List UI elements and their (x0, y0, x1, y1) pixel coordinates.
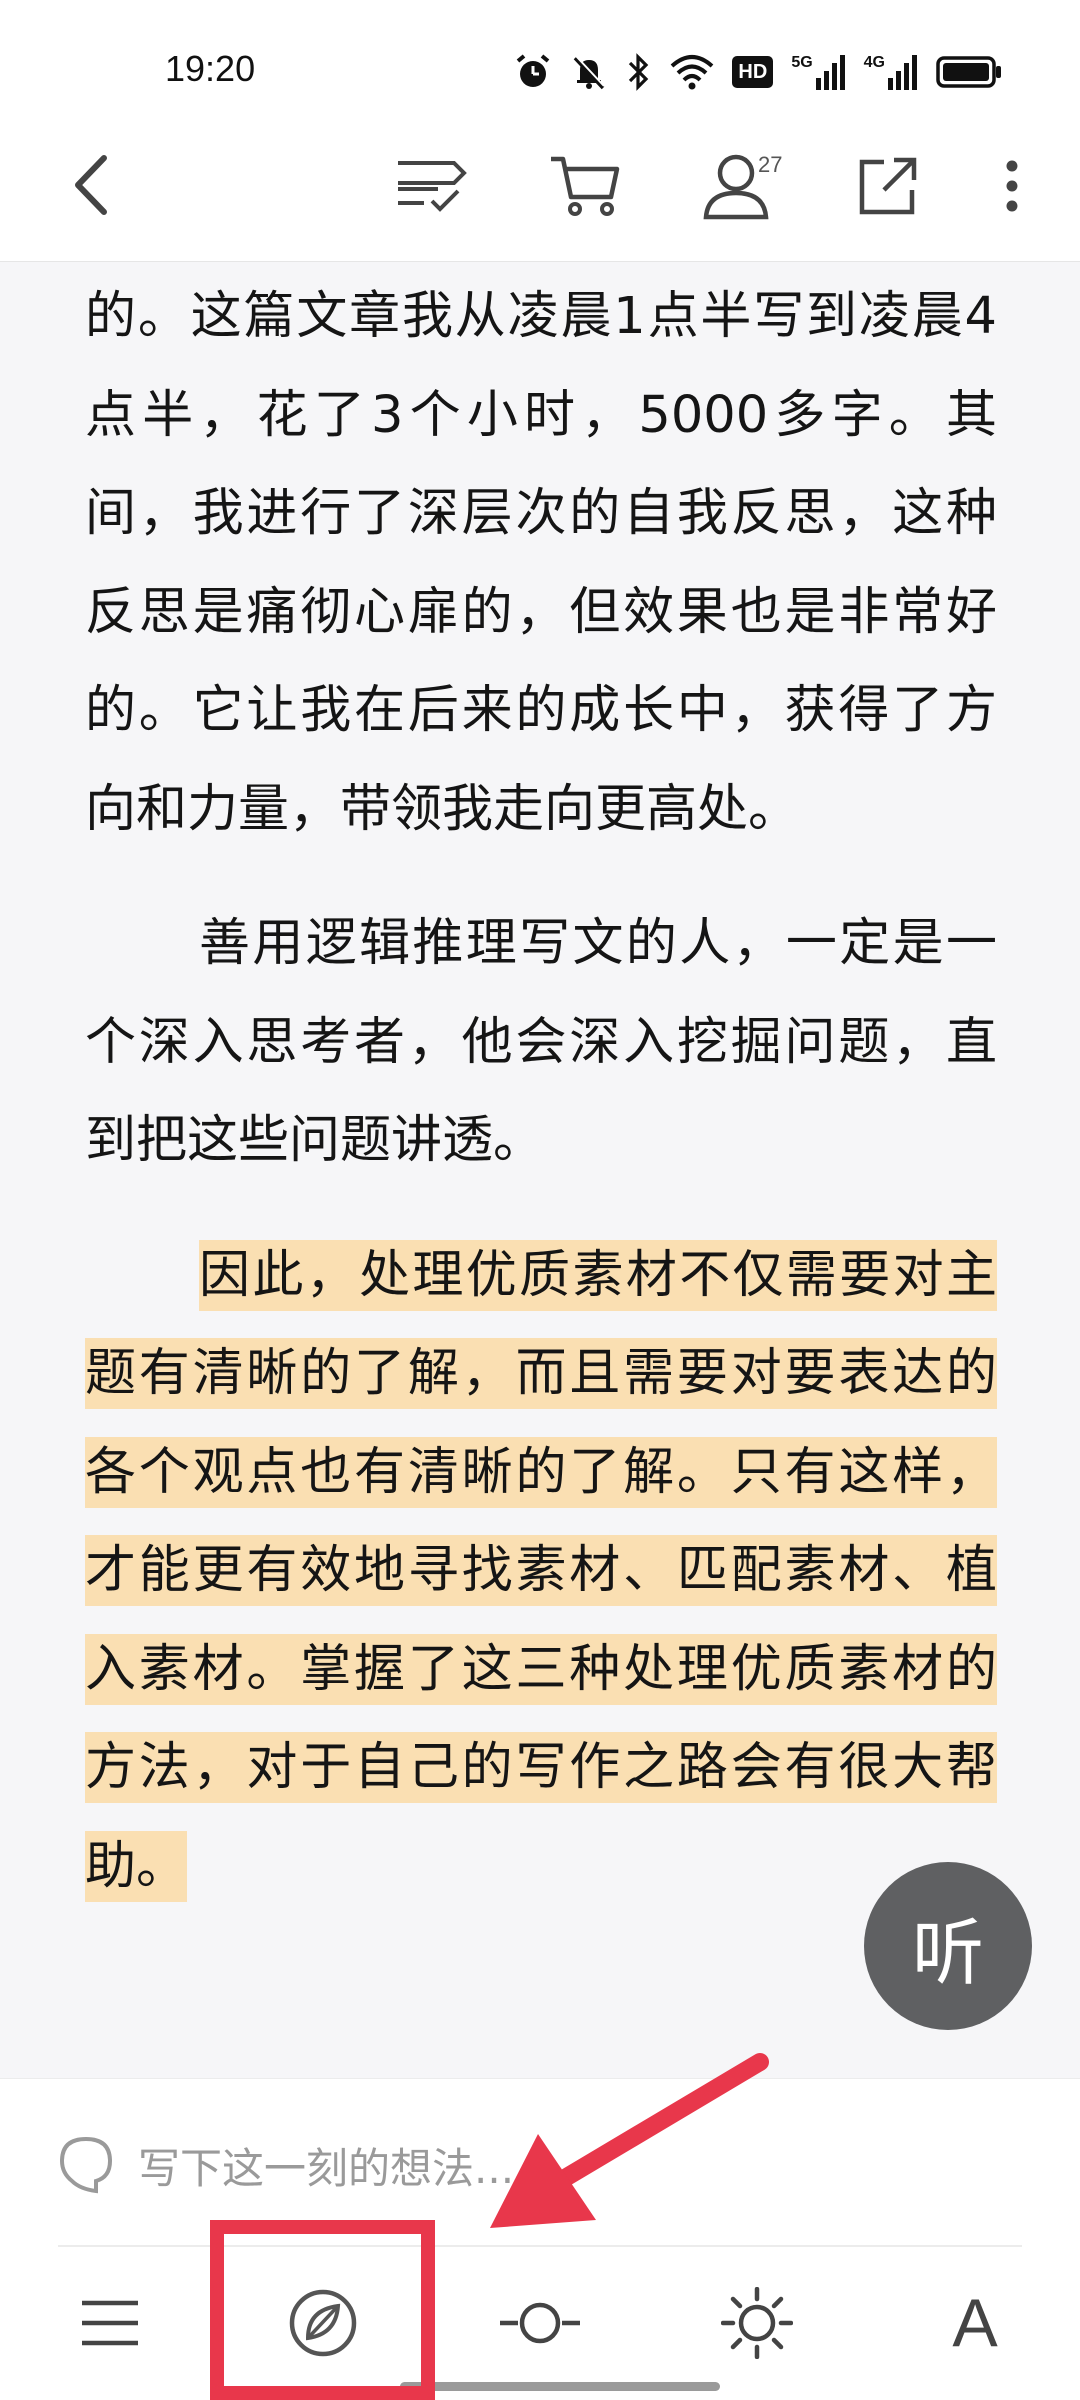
font-settings-button[interactable]: A (930, 2278, 1020, 2368)
bluetooth-icon (629, 53, 649, 91)
share-button[interactable] (848, 148, 928, 224)
share-icon (859, 157, 917, 215)
note-input-placeholder: 写下这一刻的想法... (138, 2143, 515, 2193)
article-body: 的。这篇文章我从凌晨1点半写到凌晨4点半，花了3个小时，5000多字。其间，我进… (85, 268, 997, 1916)
font-icon: A (952, 2285, 998, 2361)
menu-icon (82, 2300, 138, 2346)
progress-button[interactable] (495, 2278, 585, 2368)
hd-icon: HD (732, 56, 774, 88)
back-button[interactable] (55, 150, 125, 220)
annotation-box (210, 2220, 435, 2400)
article-paragraph: 的。这篇文章我从凌晨1点半写到凌晨4点半，花了3个小时，5000多字。其间，我进… (85, 287, 997, 839)
cart-button[interactable] (545, 148, 625, 224)
tag-list-icon (398, 161, 467, 212)
battery-icon (936, 56, 1001, 88)
cart-icon (551, 156, 620, 216)
catalog-button[interactable] (65, 2278, 155, 2368)
follow-count: 27 (758, 152, 783, 177)
alarm-icon (517, 54, 550, 87)
back-icon (75, 155, 107, 215)
brightness-button[interactable] (712, 2278, 802, 2368)
brightness-icon (721, 2287, 793, 2359)
mute-icon (574, 55, 606, 90)
signal-4g-icon: 4G (864, 54, 918, 90)
progress-icon (500, 2302, 580, 2344)
signal-5g-icon: 5G (791, 54, 845, 90)
status-icons: HD 5G 4G (514, 50, 1002, 94)
thought-bubble-icon (59, 2136, 113, 2194)
divider (58, 2245, 1022, 2247)
home-indicator[interactable] (400, 2382, 720, 2391)
status-time: 19:20 (165, 48, 256, 89)
more-button[interactable] (992, 150, 1032, 222)
article-paragraph: 善用逻辑推理写文的人，一定是一个深入思考者，他会深入挖掘问题，直到把这些问题讲透… (85, 914, 997, 1170)
more-icon (1006, 160, 1018, 212)
status-bar: 19:20 HD 5G 4G (0, 0, 1080, 140)
annotation-arrow (490, 2053, 769, 2228)
listen-button[interactable]: 听 (864, 1862, 1032, 2030)
tag-list-button[interactable] (390, 148, 472, 224)
highlight-span: 因此，处理优质素材不仅需要对主题有清晰的了解，而且需要对要表达的各个观点也有清晰… (85, 1239, 997, 1902)
wifi-icon (671, 55, 714, 90)
highlighted-paragraph[interactable]: 因此，处理优质素材不仅需要对主题有清晰的了解，而且需要对要表达的各个观点也有清晰… (85, 1227, 997, 1917)
